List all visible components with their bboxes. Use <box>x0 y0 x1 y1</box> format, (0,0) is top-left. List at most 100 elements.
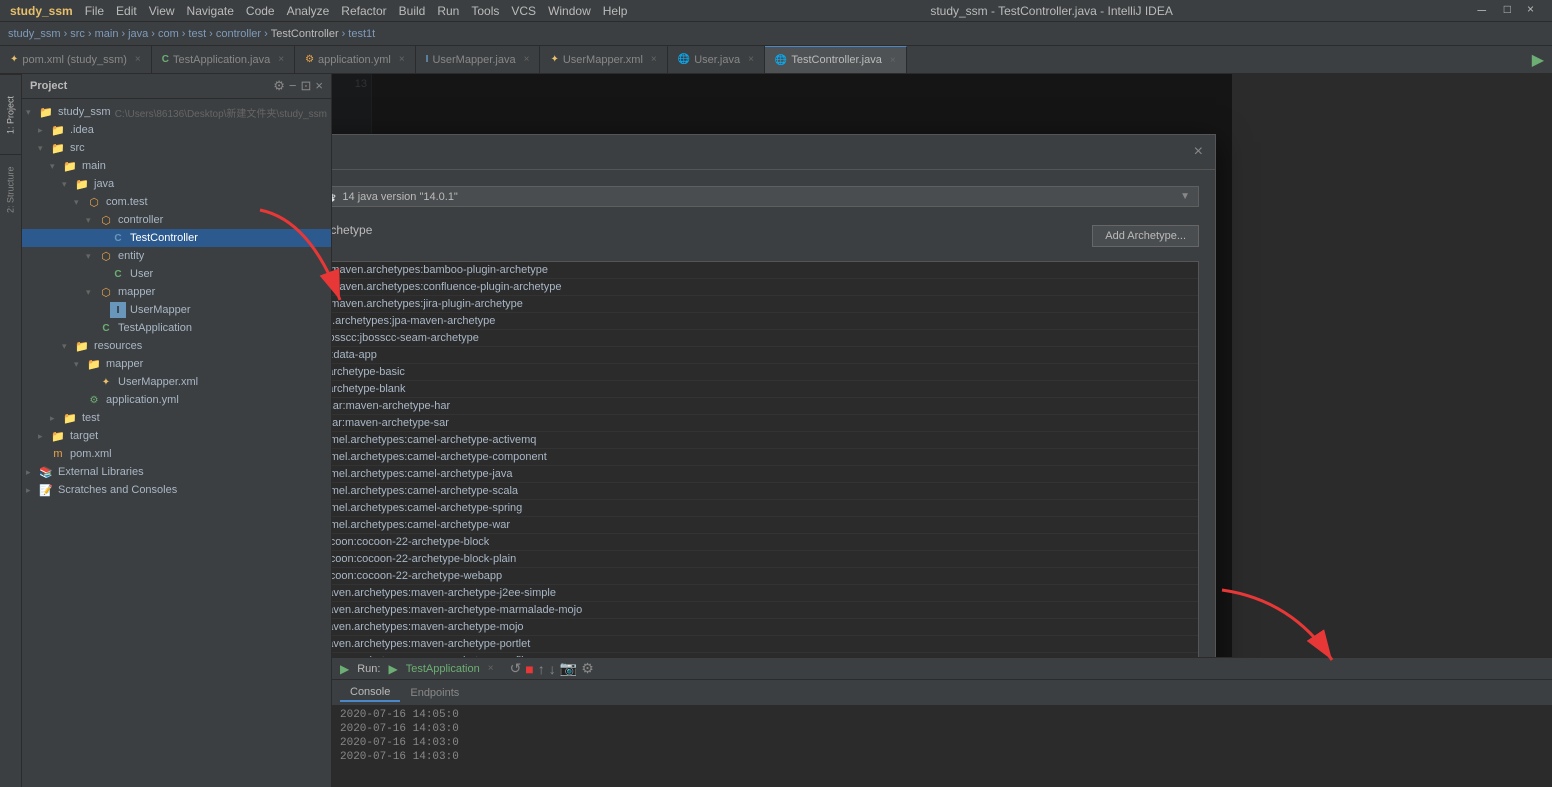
run-settings-btn[interactable]: ⚙ <box>581 660 594 677</box>
dialog-close-button[interactable]: × <box>1194 143 1203 161</box>
menu-code[interactable]: Code <box>240 2 281 20</box>
menu-refactor[interactable]: Refactor <box>335 2 392 20</box>
archetype-item-7[interactable]: ▸ net.liftweb:lift-archetype-basic <box>332 364 1198 381</box>
run-tab-endpoints[interactable]: Endpoints <box>400 685 469 701</box>
tree-arrow-java[interactable]: ▾ <box>62 179 74 190</box>
tree-arrow-resources[interactable]: ▾ <box>62 341 74 352</box>
archetype-item-19[interactable]: ▸ org.apache.cocoon:cocoon-22-archetype-… <box>332 568 1198 585</box>
tab-testcontroller-close[interactable]: × <box>890 55 896 66</box>
tab-testapp[interactable]: C TestApplication.java × <box>152 46 295 74</box>
archetype-item-6[interactable]: ▸ net.databinder:data-app <box>332 347 1198 364</box>
tree-item-entity[interactable]: ▾ ⬡ entity <box>22 247 331 265</box>
add-archetype-button[interactable]: Add Archetype... <box>1092 225 1199 247</box>
archetype-item-10[interactable]: ▸ net.sf.maven-sar:maven-archetype-sar <box>332 415 1198 432</box>
run-scroll-up-btn[interactable]: ↑ <box>538 661 545 677</box>
archetype-item-13[interactable]: ▸ org.apache.camel.archetypes:camel-arch… <box>332 466 1198 483</box>
archetype-item-11[interactable]: ▸ org.apache.camel.archetypes:camel-arch… <box>332 432 1198 449</box>
breadcrumb-com[interactable]: com <box>158 28 179 40</box>
menu-vcs[interactable]: VCS <box>505 2 542 20</box>
tree-item-mapper-res[interactable]: ▾ 📁 mapper <box>22 355 331 373</box>
project-strip-btn[interactable]: 1: Project <box>0 74 21 154</box>
breadcrumb-test1t[interactable]: test1t <box>348 28 375 40</box>
archetype-item-9[interactable]: ▸ net.sf.maven-har:maven-archetype-har <box>332 398 1198 415</box>
breadcrumb-studyssm[interactable]: study_ssm <box>8 28 61 40</box>
menu-run[interactable]: Run <box>431 2 465 20</box>
sidebar-expand-icon[interactable]: ⊡ <box>301 78 312 94</box>
archetype-item-5[interactable]: ▸ de.akquinet.jbosscc:jbosscc-seam-arche… <box>332 330 1198 347</box>
archetype-item-12[interactable]: ▸ org.apache.camel.archetypes:camel-arch… <box>332 449 1198 466</box>
menu-studyssm[interactable]: study_ssm <box>4 2 79 20</box>
tree-item-testapplication[interactable]: ▸ C TestApplication <box>22 319 331 337</box>
menu-file[interactable]: File <box>79 2 110 20</box>
tab-usermapperxml[interactable]: ✦ UserMapper.xml × <box>540 46 667 74</box>
menu-navigate[interactable]: Navigate <box>181 2 240 20</box>
tree-item-src[interactable]: ▾ 📁 src <box>22 139 331 157</box>
tree-arrow-mapper-res[interactable]: ▾ <box>74 359 86 370</box>
run-panel-close[interactable]: × <box>488 663 494 674</box>
sdk-selector[interactable]: ☕ 14 java version "14.0.1" ▼ <box>332 186 1199 207</box>
run-stop-btn[interactable]: ■ <box>525 661 533 677</box>
tree-item-resources[interactable]: ▾ 📁 resources <box>22 337 331 355</box>
tree-item-scratches[interactable]: ▸ 📝 Scratches and Consoles <box>22 481 331 499</box>
tree-item-usermapperxml[interactable]: ▸ ✦ UserMapper.xml <box>22 373 331 391</box>
menu-window[interactable]: Window <box>542 2 597 20</box>
tree-item-pomxml[interactable]: ▸ m pom.xml <box>22 445 331 463</box>
sidebar-collapse-icon[interactable]: − <box>289 78 297 94</box>
tab-user-close[interactable]: × <box>748 54 754 65</box>
tab-pom-close[interactable]: × <box>135 54 141 65</box>
tree-arrow-target[interactable]: ▸ <box>38 431 50 442</box>
structure-strip-btn[interactable]: 2: Structure <box>0 154 21 224</box>
run-screenshot-btn[interactable]: 📷 <box>560 660 577 677</box>
tree-item-mapper[interactable]: ▾ ⬡ mapper <box>22 283 331 301</box>
tab-appyml-close[interactable]: × <box>399 54 405 65</box>
tab-testapp-close[interactable]: × <box>278 54 284 65</box>
tree-arrow-idea[interactable]: ▸ <box>38 125 50 136</box>
sidebar-gear-icon[interactable]: ⚙ <box>273 78 285 94</box>
tab-user[interactable]: 🌐 User.java × <box>668 46 765 74</box>
tree-arrow-main[interactable]: ▾ <box>50 161 62 172</box>
tab-testcontroller[interactable]: 🌐 TestController.java × <box>765 46 907 74</box>
tree-item-testcontroller[interactable]: ▸ C TestController <box>22 229 331 247</box>
run-restart-btn[interactable]: ↺ <box>510 660 522 677</box>
tree-arrow-comtest[interactable]: ▾ <box>74 197 86 208</box>
tree-item-appyml[interactable]: ▸ ⚙ application.yml <box>22 391 331 409</box>
tab-appyml[interactable]: ⚙ application.yml × <box>295 46 416 74</box>
tree-item-idea[interactable]: ▸ 📁 .idea <box>22 121 331 139</box>
breadcrumb-src[interactable]: src <box>70 28 85 40</box>
archetype-item-20[interactable]: ▸ org.apache.maven.archetypes:maven-arch… <box>332 585 1198 602</box>
tab-usermapperxml-close[interactable]: × <box>651 54 657 65</box>
archetype-item-17[interactable]: ▸ org.apache.cocoon:cocoon-22-archetype-… <box>332 534 1198 551</box>
tree-arrow-entity[interactable]: ▾ <box>86 251 98 262</box>
archetype-item-16[interactable]: ▸ org.apache.camel.archetypes:camel-arch… <box>332 517 1198 534</box>
tree-item-user[interactable]: ▸ C User <box>22 265 331 283</box>
sidebar-close-icon[interactable]: × <box>315 78 323 94</box>
minimize-button[interactable]: － <box>1470 0 1494 21</box>
run-tab-console[interactable]: Console <box>340 684 400 702</box>
archetype-item-23[interactable]: ▸ org.apache.maven.archetypes:maven-arch… <box>332 636 1198 653</box>
archetype-list[interactable]: ▸ com.atlassian.maven.archetypes:bamboo-… <box>332 261 1199 657</box>
archetype-item-24[interactable]: ▸ org.apache.maven.archetypes:maven-arch… <box>332 653 1198 657</box>
tab-usermapper[interactable]: I UserMapper.java × <box>416 46 541 74</box>
archetype-item-14[interactable]: ▸ org.apache.camel.archetypes:camel-arch… <box>332 483 1198 500</box>
sdk-dropdown-arrow[interactable]: ▼ <box>1180 191 1190 202</box>
tab-pom[interactable]: ✦ pom.xml (study_ssm) × <box>0 46 152 74</box>
archetype-item-21[interactable]: ▸ org.apache.maven.archetypes:maven-arch… <box>332 602 1198 619</box>
menu-analyze[interactable]: Analyze <box>281 2 336 20</box>
archetype-item-8[interactable]: ▸ net.liftweb:lift-archetype-blank <box>332 381 1198 398</box>
tree-item-controller[interactable]: ▾ ⬡ controller <box>22 211 331 229</box>
tree-item-test[interactable]: ▸ 📁 test <box>22 409 331 427</box>
menu-tools[interactable]: Tools <box>465 2 505 20</box>
breadcrumb-main[interactable]: main <box>95 28 119 40</box>
tree-arrow-scratches[interactable]: ▸ <box>26 485 38 496</box>
archetype-item-22[interactable]: ▸ org.apache.maven.archetypes:maven-arch… <box>332 619 1198 636</box>
breadcrumb-java[interactable]: java <box>128 28 148 40</box>
archetype-item-1[interactable]: ▸ com.atlassian.maven.archetypes:bamboo-… <box>332 262 1198 279</box>
tab-usermapper-close[interactable]: × <box>524 54 530 65</box>
tree-item-comtest[interactable]: ▾ ⬡ com.test <box>22 193 331 211</box>
tree-item-usermapper[interactable]: ▸ I UserMapper <box>22 301 331 319</box>
tree-arrow-src[interactable]: ▾ <box>38 143 50 154</box>
tree-arrow-external-libs[interactable]: ▸ <box>26 467 38 478</box>
tree-item-java[interactable]: ▾ 📁 java <box>22 175 331 193</box>
breadcrumb-testcontroller[interactable]: TestController <box>271 28 339 40</box>
archetype-item-18[interactable]: ▸ org.apache.cocoon:cocoon-22-archetype-… <box>332 551 1198 568</box>
